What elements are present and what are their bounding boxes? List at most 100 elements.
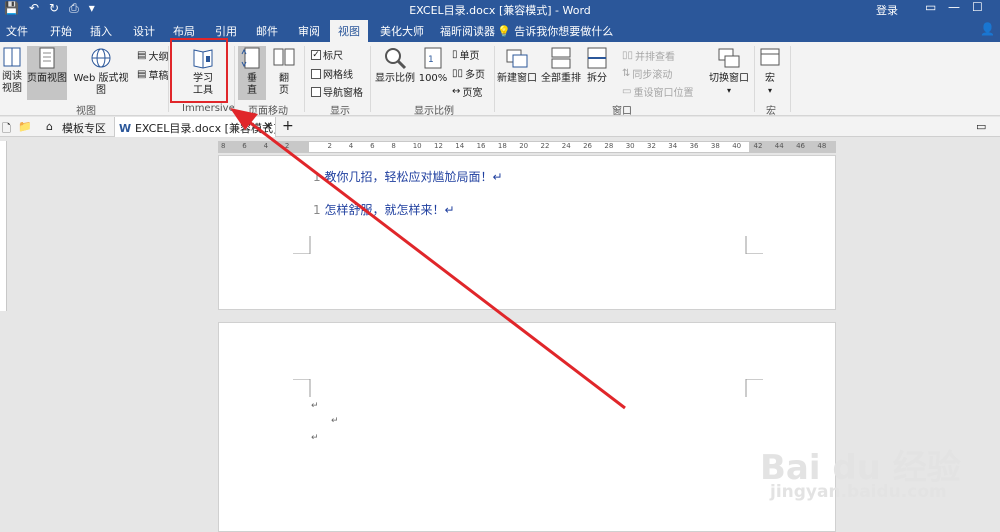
arrange-all-button[interactable]: 全部重排 — [540, 46, 582, 85]
switch-windows-button[interactable]: 切换窗口 ▾ — [706, 46, 752, 97]
tab-home[interactable]: 开始 — [50, 23, 72, 39]
tab-beautify[interactable]: 美化大师 — [380, 23, 424, 39]
close-tab-icon[interactable]: ✕ — [263, 119, 273, 133]
view-side-by-side-button[interactable]: ▯▯ 并排查看 — [622, 48, 675, 63]
ruler-tick: 20 — [519, 142, 529, 150]
crop-mark-top-right — [745, 379, 763, 397]
ruler-tick: 28 — [604, 142, 614, 150]
new-window-label: 新建窗口 — [497, 73, 537, 84]
draft-label: 草稿 — [148, 71, 169, 82]
tab-mailings[interactable]: 邮件 — [256, 23, 278, 39]
tab-layout[interactable]: 布局 — [173, 23, 195, 39]
ruler-tick: 12 — [434, 142, 443, 150]
nav-pane-check-box — [311, 86, 321, 97]
vertical-ruler — [0, 141, 7, 311]
side-to-side-button[interactable]: 翻 页 — [270, 46, 298, 97]
tab-file[interactable]: 文件 — [6, 23, 28, 39]
template-tab[interactable]: 模板专区 — [62, 120, 106, 136]
macros-group-label: 宏 — [766, 106, 776, 117]
ruler-tick: 2 — [327, 142, 332, 150]
new-document-icon[interactable]: 🗋 — [2, 120, 11, 139]
web-layout-button[interactable]: Web 版式视图 — [69, 46, 133, 97]
vertical-button[interactable]: 垂 直 — [238, 46, 266, 100]
share-user-icon[interactable]: 👤 — [980, 22, 995, 36]
sync-scroll-label: 同步滚动 — [632, 70, 673, 81]
paragraph-line-1[interactable]: 1 教你几招，轻松应对尴尬局面！↵ — [313, 168, 503, 185]
zoom-group-label: 显示比例 — [414, 106, 454, 117]
web-layout-label: Web 版式视图 — [73, 73, 129, 96]
macros-icon — [760, 48, 780, 66]
title-bar: 💾 ↶ ↻ ⎙ ▾ EXCEL目录.docx [兼容模式] - Word 登录 … — [0, 0, 1000, 18]
paragraph-line-2[interactable]: 1 怎样舒服，就怎样来！↵ — [313, 201, 455, 218]
macros-button[interactable]: 宏 ▾ — [757, 46, 783, 97]
ruler-tick: 26 — [583, 142, 593, 150]
nav-pane-label: 导航窗格 — [323, 88, 363, 99]
group-separator — [234, 46, 235, 112]
maximize-icon[interactable]: ☐ — [972, 0, 983, 14]
split-button[interactable]: 拆分 — [584, 46, 610, 85]
one-page-label: 单页 — [459, 51, 480, 62]
tab-references[interactable]: 引用 — [215, 23, 237, 39]
horizontal-ruler[interactable]: 8 6 4 2 2 4 6 8 10 12 14 16 18 20 22 24 26 28 30 32 34 36 38 40… — [218, 141, 836, 153]
tab-foxit[interactable]: 福昕阅读器 — [440, 23, 495, 39]
ruler-tick: 14 — [455, 142, 465, 150]
document-page-1[interactable]: 1 教你几招，轻松应对尴尬局面！↵ 1 怎样舒服，就怎样来！↵ — [218, 155, 836, 310]
paragraph-mark: ↵ — [331, 416, 339, 426]
multiple-pages-button[interactable]: ▯▯ 多页 — [452, 66, 485, 81]
ribbon-display-icon[interactable]: ▭ — [925, 0, 936, 14]
outline-button[interactable]: ▤ 大纲 — [137, 48, 168, 63]
reset-position-label: 重设窗口位置 — [633, 88, 694, 99]
tab-design[interactable]: 设计 — [133, 23, 155, 39]
paragraph-text-1: 教你几招，轻松应对尴尬局面！↵ — [324, 170, 503, 184]
group-separator — [370, 46, 371, 112]
side-by-side-label: 并排查看 — [635, 52, 676, 63]
ruler-tick: 10 — [412, 142, 422, 150]
tab-insert[interactable]: 插入 — [90, 23, 112, 39]
ruler-tick: 22 — [540, 142, 550, 150]
ruler-tick: 6 — [370, 142, 375, 150]
vertical-label: 垂 直 — [247, 73, 257, 96]
ruler-checkbox[interactable]: ✓ 标尺 — [311, 47, 343, 62]
login-button[interactable]: 登录 — [876, 2, 898, 18]
synchronous-scrolling-button[interactable]: ⇅ 同步滚动 — [622, 66, 672, 81]
nav-pane-checkbox[interactable]: 导航窗格 — [311, 84, 363, 99]
split-label: 拆分 — [587, 73, 607, 84]
read-mode-button[interactable]: 阅读 视图 — [0, 46, 24, 95]
ruler-tick: 48 — [817, 142, 827, 150]
reset-window-position-button[interactable]: ▭ 重设窗口位置 — [622, 84, 693, 99]
zoom-100-button[interactable]: 1 100% — [418, 46, 448, 85]
minimize-icon[interactable]: — — [948, 0, 960, 14]
window-group-label: 窗口 — [612, 106, 632, 117]
open-folder-icon[interactable]: 📁 — [18, 120, 32, 133]
document-tab[interactable]: W EXCEL目录.docx [兼容模式] — [114, 117, 276, 137]
one-page-button[interactable]: ▯ 单页 — [452, 47, 480, 62]
vertical-scroll-icon — [241, 47, 260, 69]
document-tab-title: EXCEL目录.docx [兼容模式] — [134, 122, 276, 135]
document-page-2[interactable]: ↵ ↵ ↵ — [218, 322, 836, 532]
new-window-button[interactable]: 新建窗口 — [496, 46, 538, 85]
print-layout-button[interactable]: 页面视图 — [27, 46, 67, 100]
ruler-tick: 30 — [625, 142, 635, 150]
web-layout-icon — [91, 48, 111, 68]
paragraph-text-2: 怎样舒服，就怎样来！↵ — [324, 203, 455, 217]
paragraph-mark: ↵ — [311, 401, 319, 411]
gridlines-check-box — [311, 68, 321, 79]
draft-button[interactable]: ▤ 草稿 — [137, 67, 168, 82]
page-width-button[interactable]: ↔ 页宽 — [452, 84, 482, 99]
ribbon-tab-bar: 文件 开始 插入 设计 布局 引用 邮件 审阅 视图 美化大师 福昕阅读器 💡 … — [0, 18, 1000, 42]
zoom-button[interactable]: 显示比例 — [374, 46, 416, 85]
tab-view[interactable]: 视图 — [330, 20, 368, 42]
document-tab-bar: 🗋 📁 ⌂ 模板专区 W EXCEL目录.docx [兼容模式] ✕ + ▭ — [0, 117, 1000, 137]
immersive-group-label: Immersive — [182, 103, 235, 114]
ribbon: 阅读 视图 页面视图 Web 版式视图 ▤ 大纲 ▤ 草稿 视图 学习 工具 Imm… — [0, 38, 1000, 117]
gridlines-checkbox[interactable]: 网格线 — [311, 66, 353, 81]
new-tab-button[interactable]: + — [282, 118, 294, 134]
restore-view-icon[interactable]: ▭ — [976, 120, 986, 133]
tell-me-search[interactable]: 💡 告诉我你想要做什么 — [497, 23, 613, 39]
home-icon[interactable]: ⌂ — [46, 120, 53, 133]
tab-review[interactable]: 审阅 — [298, 23, 320, 39]
ruler-label: 标尺 — [323, 51, 343, 62]
tell-me-text: 告诉我你想要做什么 — [514, 25, 614, 38]
ruler-tick: 16 — [476, 142, 486, 150]
zoom-100-icon: 1 — [424, 47, 442, 69]
